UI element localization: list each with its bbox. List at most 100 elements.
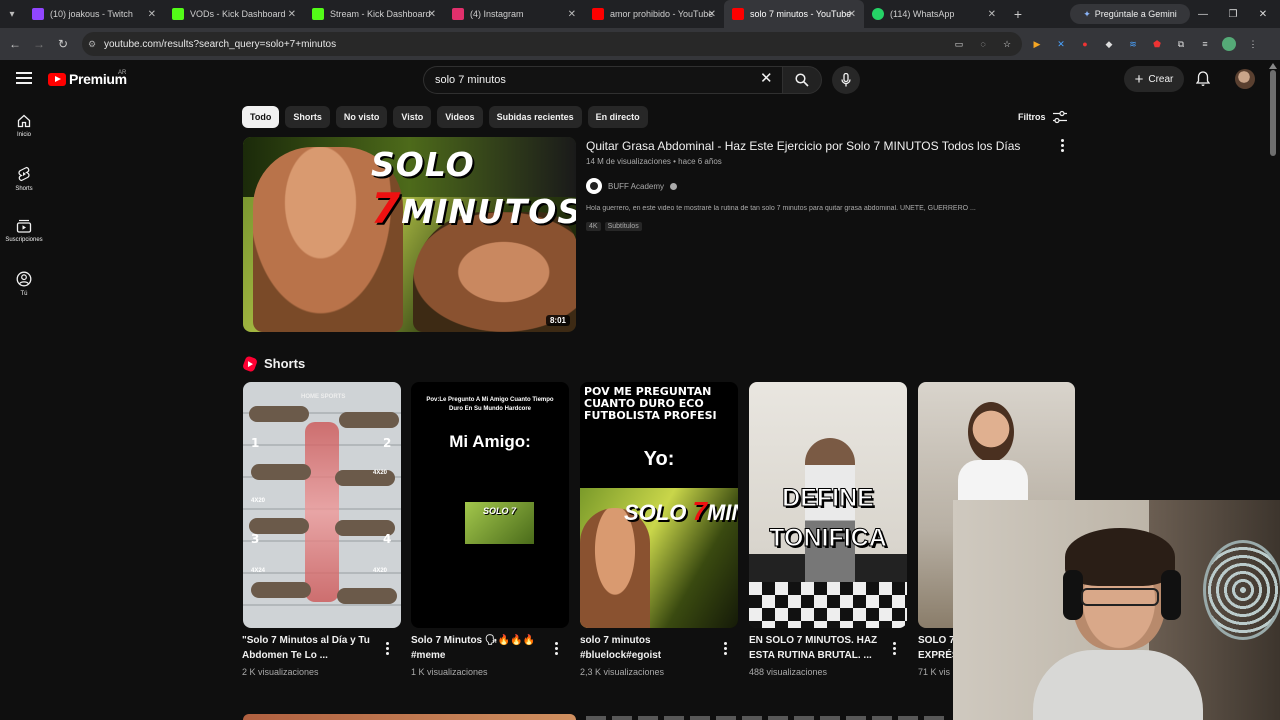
short-more-actions-icon[interactable] bbox=[554, 642, 558, 655]
short-thumbnail[interactable]: DEFINE TONIFICA bbox=[749, 382, 907, 628]
close-icon[interactable]: ✕ bbox=[428, 9, 436, 20]
filter-chips: Todo Shorts No visto Visto Videos Subida… bbox=[242, 106, 648, 128]
thumbnail-text: Yo: bbox=[643, 448, 675, 470]
short-title[interactable]: "Solo 7 Minutos al Día y Tu Abdomen Te L… bbox=[242, 633, 382, 663]
short-thumbnail[interactable]: POV ME PREGUNTAN CUANTO DURO ECO FUTBOLI… bbox=[580, 382, 738, 628]
next-video-thumbnail[interactable] bbox=[243, 714, 576, 720]
guide-label: Inicio bbox=[16, 132, 31, 138]
guide-item-shorts[interactable]: Shorts bbox=[0, 166, 48, 192]
waves-extension-icon[interactable]: ≋ bbox=[1126, 37, 1140, 51]
play-extension-icon[interactable]: ▶ bbox=[1030, 37, 1044, 51]
more-menu-icon[interactable]: ⋮ bbox=[1246, 37, 1260, 51]
guide-item-suscripciones[interactable]: Suscripciones bbox=[0, 219, 48, 243]
guide-item-inicio[interactable]: Inicio bbox=[0, 114, 48, 138]
tab-kick-stream[interactable]: Stream - Kick Dashboard ✕ bbox=[304, 0, 444, 28]
tab-kick-vods[interactable]: VODs - Kick Dashboard ✕ bbox=[164, 0, 304, 28]
short-thumbnail[interactable]: HOME SPORTS 1 2 3 4 4X20 4X20 4X24 4X20 bbox=[243, 382, 401, 628]
clear-search-icon[interactable]: ✕ bbox=[760, 71, 773, 86]
forward-button[interactable]: → bbox=[27, 37, 51, 51]
short-views: 1 K visualizaciones bbox=[411, 667, 488, 677]
profile-icon[interactable] bbox=[1222, 37, 1236, 51]
media-controls-icon[interactable]: ≡ bbox=[1198, 37, 1212, 51]
channel-avatar[interactable] bbox=[586, 178, 602, 194]
reload-button[interactable]: ↻ bbox=[51, 37, 75, 51]
short-more-actions-icon[interactable] bbox=[723, 642, 727, 655]
close-icon[interactable]: ✕ bbox=[848, 9, 856, 20]
close-window-button[interactable]: ✕ bbox=[1248, 0, 1278, 28]
tab-youtube-amor[interactable]: amor prohibido - YouTube ✕ bbox=[584, 0, 724, 28]
chip-shorts[interactable]: Shorts bbox=[285, 106, 330, 128]
twitch-icon bbox=[32, 8, 44, 20]
address-bar[interactable]: ⚙ youtube.com/results?search_query=solo+… bbox=[82, 32, 1022, 56]
short-more-actions-icon[interactable] bbox=[892, 642, 896, 655]
short-thumbnail[interactable]: Pov:Le Pregunto A Mi Amigo Cuanto Tiempo… bbox=[411, 382, 569, 628]
channel-name[interactable]: BUFF Academy bbox=[608, 182, 664, 191]
youtube-premium-logo[interactable]: Premium bbox=[48, 71, 127, 87]
eye-off-icon[interactable]: ◌ bbox=[976, 37, 990, 51]
tab-whatsapp[interactable]: (114) WhatsApp ✕ bbox=[864, 0, 1004, 28]
restore-button[interactable]: ❐ bbox=[1218, 0, 1248, 28]
plus-icon: + bbox=[1134, 70, 1144, 88]
notifications-bell-icon[interactable] bbox=[1195, 71, 1211, 92]
close-icon[interactable]: ✕ bbox=[568, 9, 576, 20]
kick-icon bbox=[172, 8, 184, 20]
video-title[interactable]: Quitar Grasa Abdominal - Haz Este Ejerci… bbox=[586, 139, 1026, 153]
thumbnail-text: TONIFICA bbox=[769, 524, 888, 553]
search-value: solo 7 minutos bbox=[435, 74, 506, 86]
short-title[interactable]: SOLO 7 EXPRÉS bbox=[918, 633, 958, 663]
chip-todo[interactable]: Todo bbox=[242, 106, 280, 128]
bookmark-star-icon[interactable]: ☆ bbox=[1000, 37, 1014, 51]
chip-visto[interactable]: Visto bbox=[393, 106, 432, 128]
channel-link[interactable]: BUFF Academy bbox=[586, 178, 678, 194]
subscriptions-icon bbox=[16, 219, 32, 233]
close-icon[interactable]: ✕ bbox=[988, 9, 996, 20]
search-button[interactable] bbox=[782, 66, 822, 94]
extensions-area: ▶ ✕ ● ◆ ≋ ⬟ ⧉ ≡ ⋮ bbox=[1030, 37, 1260, 51]
badge-4k: 4K bbox=[586, 222, 601, 231]
guide-menu-icon[interactable] bbox=[16, 72, 32, 84]
create-button[interactable]: + Crear bbox=[1124, 66, 1184, 92]
chip-no-visto[interactable]: No visto bbox=[335, 106, 388, 128]
guide-item-tu[interactable]: Tú bbox=[0, 271, 48, 297]
extensions-puzzle-icon[interactable]: ⧉ bbox=[1174, 37, 1188, 51]
close-icon[interactable]: ✕ bbox=[708, 9, 716, 20]
short-more-actions-icon[interactable] bbox=[385, 642, 389, 655]
kick-icon bbox=[312, 8, 324, 20]
site-info-icon[interactable]: ⚙ bbox=[88, 39, 96, 50]
short-title[interactable]: Solo 7 Minutos 🗣🔥🔥🔥 #meme bbox=[411, 633, 541, 663]
thumbnail-text: Mi Amigo: bbox=[449, 432, 531, 451]
video-thumbnail[interactable]: SOLO 7MINUTOS 8:01 bbox=[243, 137, 576, 332]
cast-icon[interactable]: ▭ bbox=[952, 37, 966, 51]
tab-instagram[interactable]: (4) Instagram ✕ bbox=[444, 0, 584, 28]
gemini-button[interactable]: ✦ Pregúntale a Gemini bbox=[1070, 4, 1190, 24]
chip-en-directo[interactable]: En directo bbox=[587, 106, 648, 128]
shield-extension-icon[interactable]: ⬟ bbox=[1150, 37, 1164, 51]
short-title[interactable]: EN SOLO 7 MINUTOS. HAZ ESTA RUTINA BRUTA… bbox=[749, 633, 889, 663]
tab-youtube-solo[interactable]: solo 7 minutos - YouTube ✕ bbox=[724, 0, 864, 28]
gemini-icon: ✦ bbox=[1083, 8, 1091, 19]
next-video-title[interactable] bbox=[586, 716, 946, 720]
thumbnail-figure bbox=[251, 582, 311, 598]
close-icon[interactable]: ✕ bbox=[288, 9, 296, 20]
video-more-actions-icon[interactable] bbox=[1060, 139, 1064, 152]
short-title[interactable]: solo 7 minutos #bluelock#egoist bbox=[580, 633, 720, 663]
scroll-up-arrow-icon[interactable] bbox=[1269, 63, 1277, 69]
search-input[interactable]: solo 7 minutos bbox=[423, 66, 787, 94]
chip-videos[interactable]: Videos bbox=[437, 106, 483, 128]
page-scrollbar[interactable] bbox=[1270, 70, 1276, 156]
tab-twitch[interactable]: (10) joakous - Twitch ✕ bbox=[24, 0, 164, 28]
translate-extension-icon[interactable]: ✕ bbox=[1054, 37, 1068, 51]
minimize-button[interactable]: — bbox=[1188, 0, 1218, 28]
diamond-extension-icon[interactable]: ◆ bbox=[1102, 37, 1116, 51]
record-extension-icon[interactable]: ● bbox=[1078, 37, 1092, 51]
filters-button[interactable]: Filtros bbox=[1018, 110, 1068, 124]
tab-search-button[interactable]: ▾ bbox=[0, 0, 24, 28]
close-icon[interactable]: ✕ bbox=[148, 9, 156, 20]
new-tab-button[interactable]: + bbox=[1004, 6, 1032, 22]
voice-search-button[interactable] bbox=[832, 66, 860, 94]
chip-subidas-recientes[interactable]: Subidas recientes bbox=[488, 106, 582, 128]
back-button[interactable]: ← bbox=[3, 37, 27, 51]
account-avatar[interactable] bbox=[1235, 69, 1255, 89]
short-views: 71 K vis bbox=[918, 667, 951, 677]
thumbnail-caption: Pov:Le Pregunto A Mi Amigo Cuanto Tiempo… bbox=[426, 397, 554, 412]
